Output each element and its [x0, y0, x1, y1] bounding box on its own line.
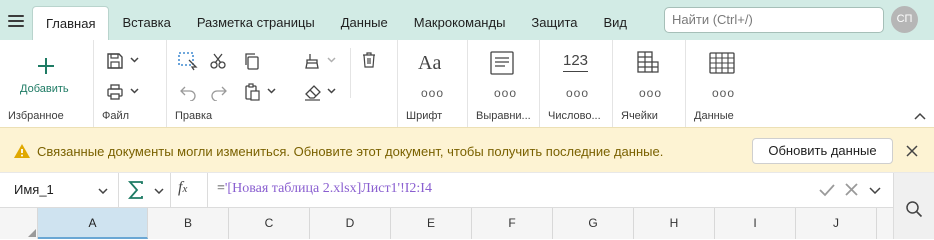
collapse-ribbon-icon[interactable] [914, 112, 926, 120]
save-icon[interactable] [106, 52, 124, 70]
copy-icon[interactable] [243, 52, 261, 70]
divider [118, 173, 119, 207]
group-label-file: Файл [102, 110, 130, 122]
search-input[interactable]: Найти (Ctrl+/) [664, 7, 884, 33]
cut-icon[interactable] [209, 52, 227, 70]
more-options-icon[interactable]: ooo [566, 86, 589, 100]
number-format-icon[interactable]: 123 [563, 52, 589, 72]
group-alignment[interactable]: ooo Выравни... [468, 40, 539, 127]
tab-protection[interactable]: Защита [518, 6, 590, 40]
avatar[interactable]: СП [891, 6, 918, 33]
divider [170, 173, 171, 207]
menu-icon[interactable] [8, 15, 24, 27]
column-header-f[interactable]: F [472, 208, 553, 239]
formula-equals: = [217, 181, 225, 196]
group-favorites: Добавить Избранное [0, 40, 93, 127]
warning-icon [14, 144, 30, 158]
align-icon[interactable] [490, 51, 514, 75]
delete-icon[interactable] [360, 51, 378, 69]
refresh-data-button[interactable]: Обновить данные [752, 138, 893, 164]
ribbon-tabs: Главная Вставка Разметка страницы Данные… [32, 6, 640, 40]
clear-icon[interactable] [303, 83, 323, 101]
chevron-down-icon[interactable] [327, 57, 336, 63]
undo-icon[interactable] [179, 83, 197, 101]
tab-data[interactable]: Данные [328, 6, 401, 40]
sheet-search-panel[interactable] [893, 173, 934, 239]
corner-triangle-icon [28, 229, 36, 237]
search-icon[interactable] [905, 200, 923, 218]
column-header-e[interactable]: E [391, 208, 472, 239]
divider [207, 173, 208, 207]
cells-icon[interactable] [637, 51, 659, 75]
group-label-cells: Ячейки [621, 110, 658, 122]
group-font[interactable]: Aa ooo Шрифт [398, 40, 467, 127]
tab-view[interactable]: Вид [591, 6, 641, 40]
more-options-icon[interactable]: ooo [712, 86, 735, 100]
column-headers: A B C D E F G H I J [0, 208, 893, 239]
more-options-icon[interactable]: ooo [639, 86, 662, 100]
group-label-edit: Правка [175, 110, 213, 122]
more-options-icon[interactable]: ooo [421, 86, 444, 100]
group-label-data: Данные [694, 110, 734, 122]
column-header-j[interactable]: J [796, 208, 877, 239]
chevron-down-icon[interactable] [130, 57, 139, 63]
group-file: Файл [94, 40, 166, 127]
formula-bar: Имя_1 fx ='[Новая таблица 2.xlsx]Лист1'!… [0, 173, 934, 208]
column-header-a[interactable]: A [38, 208, 148, 239]
group-edit: Правка [167, 40, 397, 127]
font-icon[interactable]: Aa [418, 52, 441, 75]
tab-insert[interactable]: Вставка [109, 6, 183, 40]
group-label-number: Числово... [548, 110, 601, 122]
divider [350, 48, 351, 98]
more-options-icon[interactable]: ooo [494, 86, 517, 100]
chevron-down-icon[interactable] [130, 88, 139, 94]
column-header-d[interactable]: D [310, 208, 391, 239]
plus-icon[interactable] [37, 57, 55, 75]
formula-reference: '[Новая таблица 2.xlsx]Лист1'!I2:I4 [224, 181, 432, 196]
group-cells[interactable]: ooo Ячейки [613, 40, 685, 127]
chevron-down-icon[interactable] [154, 188, 164, 194]
format-painter-icon[interactable] [303, 52, 321, 70]
tab-page-layout[interactable]: Разметка страницы [184, 6, 328, 40]
warning-bar: Связанные документы могли измениться. Об… [0, 127, 934, 173]
warning-message: Связанные документы могли измениться. Об… [37, 144, 664, 159]
group-data[interactable]: ooo Данные [686, 40, 758, 127]
print-icon[interactable] [106, 83, 124, 101]
column-header-g[interactable]: G [553, 208, 634, 239]
top-bar: Главная Вставка Разметка страницы Данные… [0, 0, 934, 40]
sum-icon[interactable] [128, 181, 144, 199]
chevron-down-icon[interactable] [267, 88, 276, 94]
group-label-favorites: Избранное [8, 110, 64, 122]
column-header-b[interactable]: B [148, 208, 229, 239]
check-icon[interactable] [819, 183, 835, 197]
ribbon: Добавить Избранное Файл Правка Aa ooo Шр… [0, 40, 934, 127]
formula-input[interactable]: ='[Новая таблица 2.xlsx]Лист1'!I2:I4 [217, 181, 432, 197]
column-header-c[interactable]: C [229, 208, 310, 239]
select-all-corner[interactable] [0, 208, 38, 239]
add-button-label[interactable]: Добавить [20, 83, 69, 95]
cancel-icon[interactable] [845, 183, 858, 196]
close-icon[interactable] [906, 145, 918, 157]
function-icon[interactable]: fx [178, 179, 187, 197]
group-number[interactable]: 123 ooo Числово... [540, 40, 612, 127]
select-icon[interactable] [177, 51, 199, 71]
redo-icon[interactable] [210, 83, 228, 101]
column-header-h[interactable]: H [634, 208, 715, 239]
group-label-font: Шрифт [406, 110, 443, 122]
column-header-i[interactable]: I [715, 208, 796, 239]
table-icon[interactable] [709, 52, 735, 74]
chevron-down-icon[interactable] [327, 88, 336, 94]
expand-icon[interactable] [869, 187, 881, 194]
paste-icon[interactable] [243, 83, 261, 101]
name-box[interactable]: Имя_1 [14, 182, 54, 197]
group-label-alignment: Выравни... [476, 110, 531, 122]
chevron-down-icon[interactable] [98, 188, 108, 194]
tab-macros[interactable]: Макрокоманды [401, 6, 519, 40]
tab-home[interactable]: Главная [32, 6, 110, 40]
